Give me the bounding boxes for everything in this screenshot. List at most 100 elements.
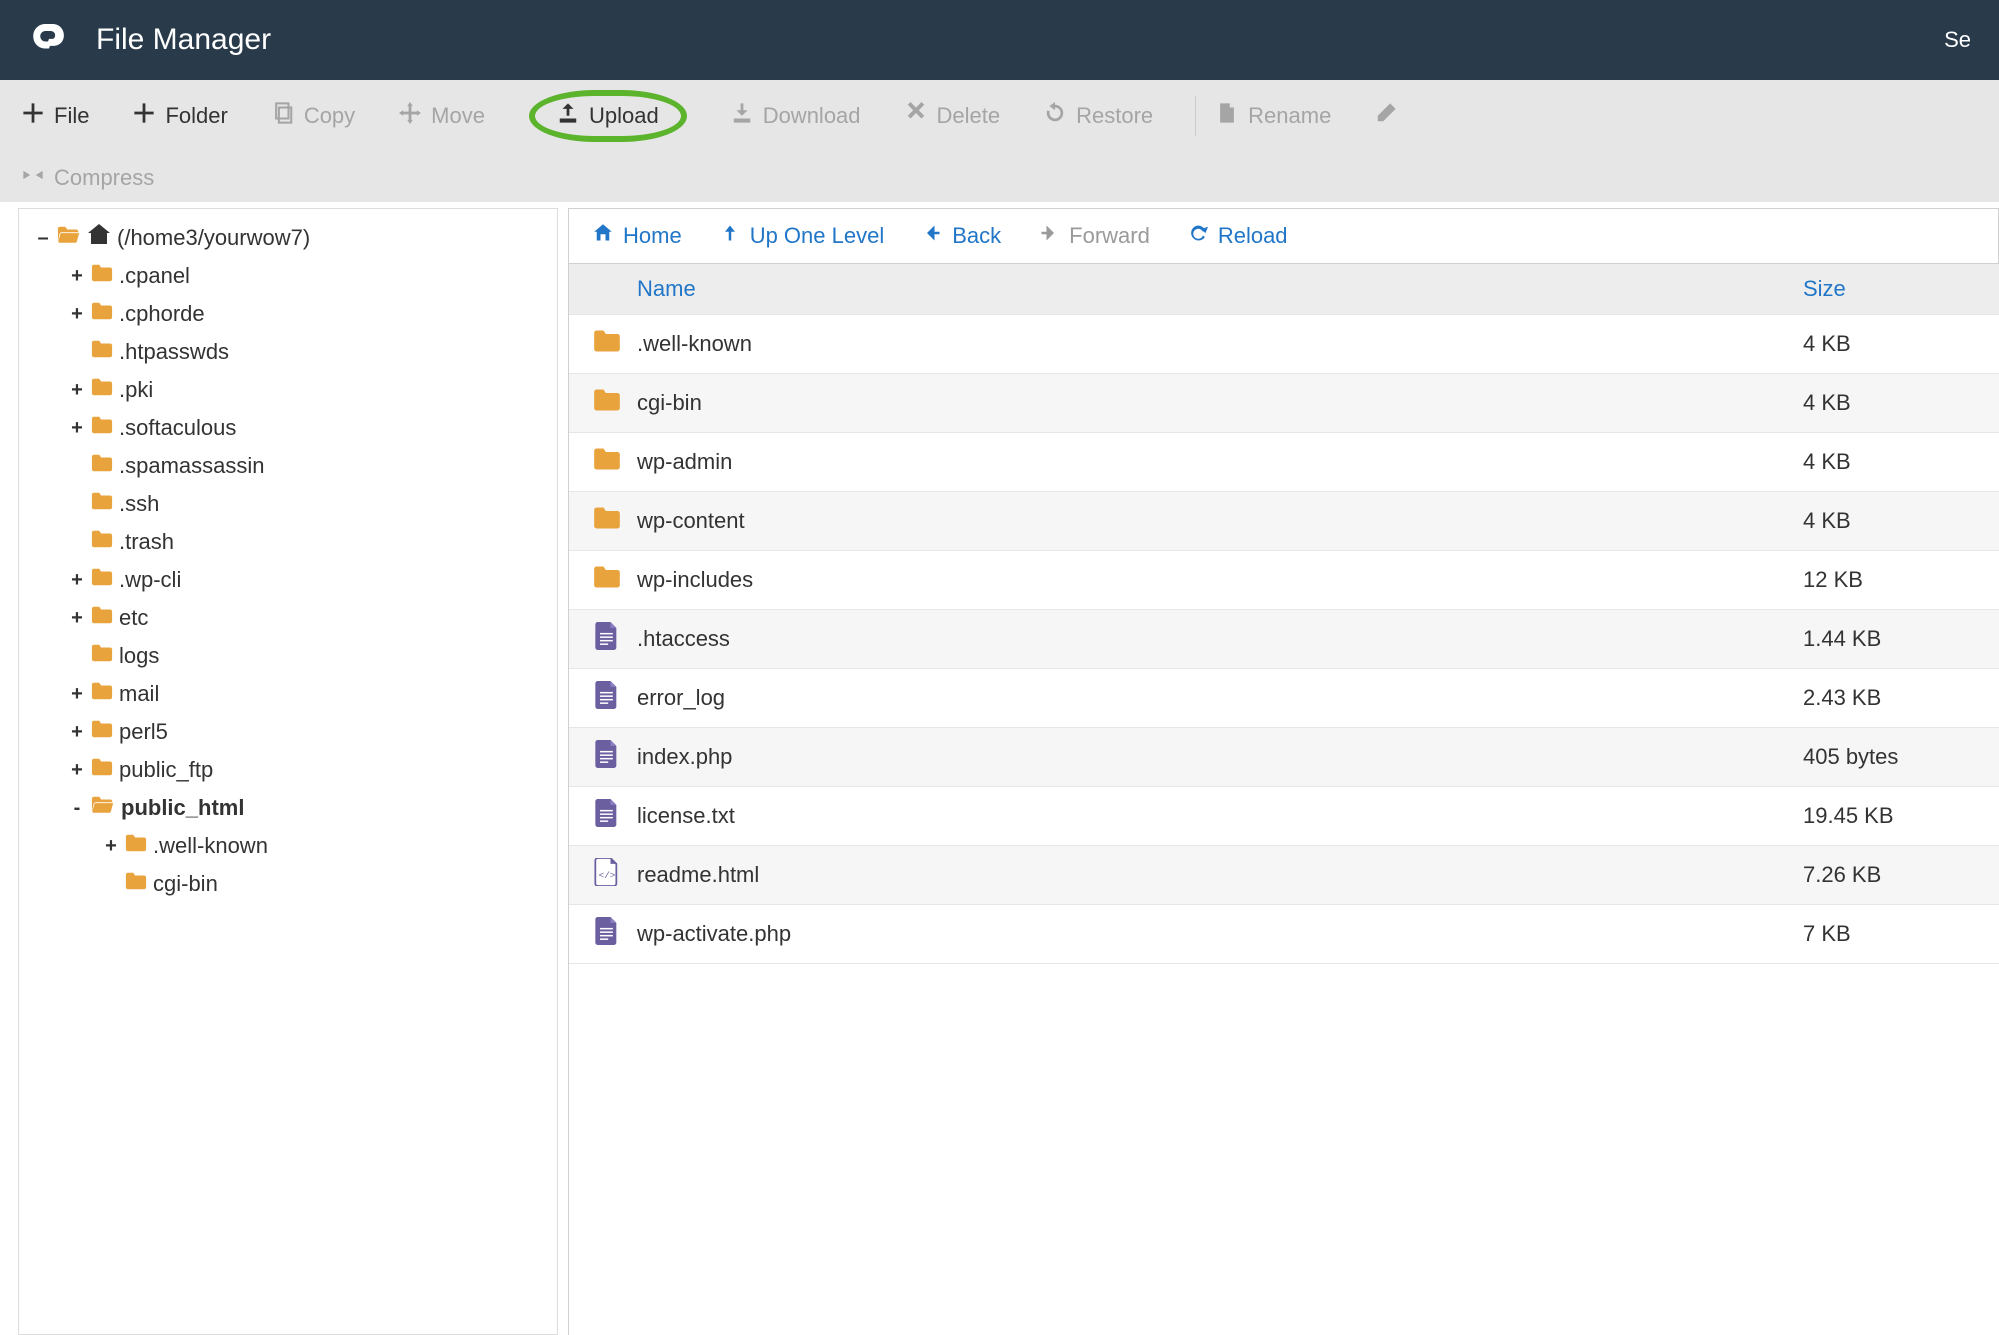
upload-button[interactable]: Upload [529, 90, 687, 142]
file-name: wp-includes [637, 567, 1803, 593]
move-button: Move [399, 102, 485, 130]
folder-icon [91, 372, 113, 408]
toggle-icon: + [69, 448, 85, 484]
file-row[interactable]: .well-known4 KB [569, 315, 1999, 374]
toggle-icon[interactable]: + [69, 296, 85, 332]
toolbar-label: Delete [937, 103, 1001, 129]
compress-button: Compress [22, 164, 154, 192]
tree-label: perl5 [119, 714, 168, 750]
tree-item[interactable]: +.cphorde [25, 295, 557, 333]
toolbar-label: Copy [304, 103, 355, 129]
toggle-icon[interactable]: + [103, 828, 119, 864]
folder-icon [593, 386, 621, 420]
toolbar-label: Restore [1076, 103, 1153, 129]
file-name: .htaccess [637, 626, 1803, 652]
toggle-icon[interactable]: + [69, 410, 85, 446]
file-name: wp-content [637, 508, 1803, 534]
file-row[interactable]: cgi-bin4 KB [569, 374, 1999, 433]
tree-root[interactable]: – (/home3/yourwow7) [25, 219, 557, 257]
tree-item[interactable]: +.cpanel [25, 257, 557, 295]
toggle-icon[interactable]: + [69, 600, 85, 636]
toggle-icon: + [69, 524, 85, 560]
download-button: Download [731, 102, 861, 130]
tree-item[interactable]: +.htpasswds [25, 333, 557, 371]
file-size: 7 KB [1803, 921, 1983, 947]
file-row[interactable]: .htaccess1.44 KB [569, 610, 1999, 669]
file-row[interactable]: wp-includes12 KB [569, 551, 1999, 610]
edit-icon [1375, 102, 1397, 130]
toggle-icon[interactable]: + [69, 372, 85, 408]
delete-icon [905, 102, 927, 130]
tree-label: (/home3/yourwow7) [117, 220, 310, 256]
toggle-icon: + [103, 866, 119, 902]
navigation-bar: Home Up One Level Back Forward Reload [568, 208, 1999, 264]
tree-item[interactable]: + perl5 [25, 713, 557, 751]
plus-icon [133, 102, 155, 130]
folder-icon [91, 296, 113, 332]
app-header: File Manager Se [0, 0, 1999, 80]
file-icon [593, 622, 621, 656]
tree-label: logs [119, 638, 159, 674]
file-row[interactable]: index.php405 bytes [569, 728, 1999, 787]
tree-item[interactable]: +.softaculous [25, 409, 557, 447]
column-size[interactable]: Size [1803, 276, 1983, 302]
tree-item[interactable]: +.trash [25, 523, 557, 561]
file-size: 405 bytes [1803, 744, 1983, 770]
html-file-icon: </> [593, 858, 621, 892]
file-row[interactable]: wp-activate.php7 KB [569, 905, 1999, 964]
toggle-icon[interactable]: + [69, 676, 85, 712]
file-size: 1.44 KB [1803, 626, 1983, 652]
nav-back-button[interactable]: Back [922, 223, 1001, 249]
copy-button: Copy [272, 102, 355, 130]
file-row[interactable]: wp-admin4 KB [569, 433, 1999, 492]
toolbar-label: Folder [165, 103, 227, 129]
toggle-icon[interactable]: – [35, 220, 51, 256]
file-list-header[interactable]: Name Size [569, 264, 1999, 315]
folder-icon [125, 828, 147, 864]
toggle-icon[interactable]: - [69, 790, 85, 826]
file-name: .well-known [637, 331, 1803, 357]
nav-home-button[interactable]: Home [593, 223, 682, 249]
tree-item[interactable]: +.wp-cli [25, 561, 557, 599]
tree-item[interactable]: +.well-known [25, 827, 557, 865]
folder-icon [91, 714, 113, 750]
file-row[interactable]: </>readme.html7.26 KB [569, 846, 1999, 905]
tree-item[interactable]: -public_html [25, 789, 557, 827]
nav-reload-button[interactable]: Reload [1188, 223, 1288, 249]
folder-button[interactable]: Folder [133, 102, 227, 130]
folder-tree: – (/home3/yourwow7)+.cpanel+.cphorde+.ht… [18, 208, 558, 1335]
content-pane: Home Up One Level Back Forward Reload Name S… [568, 208, 1999, 1335]
tree-item[interactable]: +logs [25, 637, 557, 675]
file-row[interactable]: error_log2.43 KB [569, 669, 1999, 728]
toggle-icon[interactable]: + [69, 258, 85, 294]
nav-forward-button: Forward [1039, 223, 1150, 249]
folder-icon [91, 486, 113, 522]
nav-up-button[interactable]: Up One Level [720, 223, 885, 249]
file-button[interactable]: File [22, 102, 89, 130]
file-size: 4 KB [1803, 508, 1983, 534]
tree-item[interactable]: +.pki [25, 371, 557, 409]
tree-item[interactable]: +.spamassassin [25, 447, 557, 485]
toggle-icon[interactable]: + [69, 752, 85, 788]
tree-item[interactable]: + etc [25, 599, 557, 637]
toggle-icon[interactable]: + [69, 714, 85, 750]
toggle-icon[interactable]: + [69, 562, 85, 598]
main-area: – (/home3/yourwow7)+.cpanel+.cphorde+.ht… [0, 202, 1999, 1335]
tree-item[interactable]: +cgi-bin [25, 865, 557, 903]
folder-icon [91, 410, 113, 446]
tree-label: mail [119, 676, 159, 712]
tree-item[interactable]: +public_ftp [25, 751, 557, 789]
tree-item[interactable]: +.ssh [25, 485, 557, 523]
reload-icon [1188, 223, 1208, 249]
tree-label: etc [119, 600, 148, 636]
folder-icon [91, 258, 113, 294]
compress-icon [22, 164, 44, 192]
file-row[interactable]: license.txt19.45 KB [569, 787, 1999, 846]
restore-button: Restore [1044, 102, 1153, 130]
column-name[interactable]: Name [637, 276, 1803, 302]
file-name: error_log [637, 685, 1803, 711]
toolbar-label: Compress [54, 165, 154, 191]
tree-item[interactable]: + mail [25, 675, 557, 713]
file-name: wp-admin [637, 449, 1803, 475]
file-row[interactable]: wp-content4 KB [569, 492, 1999, 551]
